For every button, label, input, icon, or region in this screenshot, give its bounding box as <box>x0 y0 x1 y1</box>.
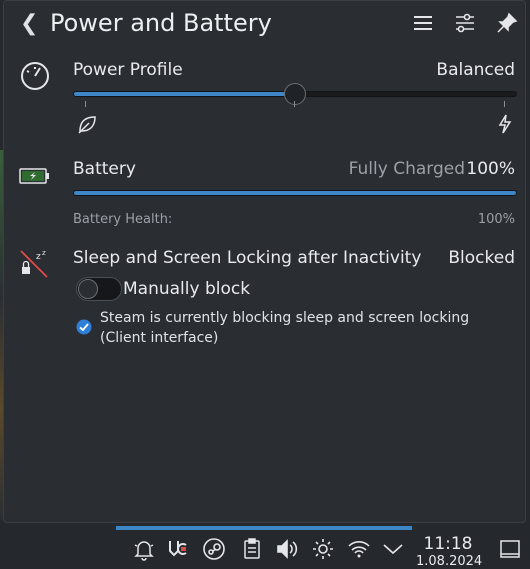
show-desktop-icon[interactable] <box>498 537 522 561</box>
lightning-icon <box>494 113 516 135</box>
sleep-locking-label: Sleep and Screen Locking after Inactivit… <box>73 248 422 268</box>
slider-tick-left <box>85 101 86 107</box>
leaf-icon <box>76 113 98 135</box>
power-profile-slider-fill <box>74 92 295 96</box>
clock-date: 1.08.2024 <box>416 554 483 569</box>
manually-block-label[interactable]: Manually block <box>123 279 250 299</box>
battery-charge-fill <box>74 191 516 195</box>
back-icon[interactable]: ❮ <box>20 11 38 36</box>
power-profile-value: Balanced <box>436 60 515 80</box>
chevron-up-icon[interactable] <box>381 537 405 561</box>
page-title: Power and Battery <box>50 9 272 37</box>
toggle-knob <box>78 279 98 299</box>
wifi-icon[interactable] <box>347 537 371 561</box>
header: ❮ Power and Battery <box>4 1 525 45</box>
steam-icon <box>76 319 92 335</box>
sleep-locking-status: Blocked <box>448 248 515 268</box>
steam-blocking-note: Steam is currently blocking sleep and sc… <box>100 310 470 346</box>
clock-time: 11:18 <box>423 534 473 554</box>
battery-charge-bar <box>73 190 517 196</box>
battery-label: Battery <box>73 159 136 179</box>
slider-tick-middle <box>294 101 295 107</box>
kde-connect-icon[interactable] <box>166 537 190 561</box>
steam-tray-icon[interactable] <box>202 537 226 561</box>
hamburger-menu-icon[interactable] <box>411 11 435 35</box>
power-profile-slider-handle[interactable] <box>284 83 306 105</box>
active-applet-indicator <box>116 526 412 530</box>
sleep-lock-blocked-icon: zz <box>18 247 52 281</box>
configure-sliders-icon[interactable] <box>453 11 477 35</box>
svg-text:z: z <box>42 249 46 257</box>
slider-tick-right <box>504 101 505 107</box>
battery-percent: 100% <box>466 159 515 179</box>
clipboard-icon[interactable] <box>240 537 264 561</box>
speedometer-icon <box>18 59 52 93</box>
power-battery-popup: ❮ Power and Battery Power Profile Balanc… <box>3 0 526 523</box>
battery-status: Fully Charged <box>348 159 465 179</box>
battery-health-value: 100% <box>477 212 515 227</box>
svg-text:z: z <box>36 252 41 262</box>
brightness-icon[interactable] <box>311 537 335 561</box>
clock[interactable]: 11:18 1.08.2024 <box>416 534 483 569</box>
volume-icon[interactable] <box>275 537 299 561</box>
battery-charging-icon <box>18 159 52 193</box>
manually-block-toggle[interactable] <box>76 277 122 301</box>
notifications-bell-icon[interactable] <box>132 537 156 561</box>
battery-health-label: Battery Health: <box>73 212 173 227</box>
pin-icon[interactable] <box>495 11 519 35</box>
power-profile-label: Power Profile <box>73 60 183 80</box>
